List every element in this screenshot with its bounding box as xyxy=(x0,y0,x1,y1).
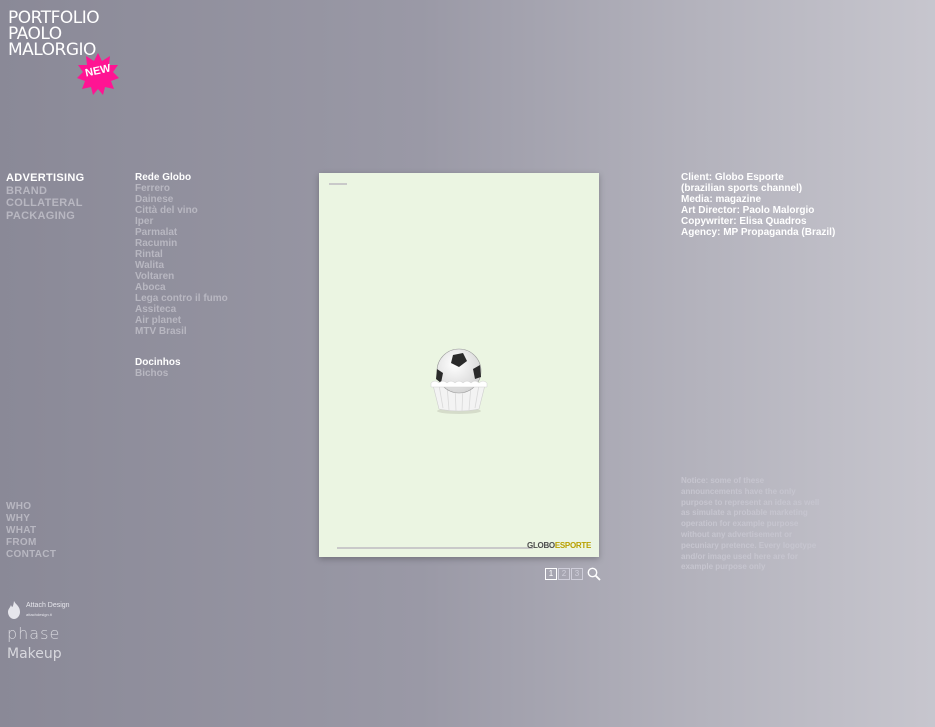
image-pager: 1 2 3 xyxy=(545,568,584,580)
new-badge: NEW xyxy=(76,52,120,96)
attach-design-sublabel: attachdesign.it xyxy=(26,612,52,617)
pager-page-2[interactable]: 2 xyxy=(558,568,570,580)
project-rintal[interactable]: Rintal xyxy=(135,249,228,260)
info-copywriter: Copywriter: Elisa Quadros xyxy=(681,216,807,227)
brand-globo: GLOBO xyxy=(527,541,555,550)
attach-design-label: Attach Design xyxy=(26,602,70,609)
site-logo[interactable]: PORTFOLIO PAOLO MALORGIO xyxy=(8,10,100,59)
nav-who[interactable]: WHO xyxy=(6,501,56,513)
project-rede-globo[interactable]: Rede Globo xyxy=(135,172,228,183)
flame-icon xyxy=(8,601,20,619)
project-info: Client: Globo Esporte (brazilian sports … xyxy=(681,172,835,238)
project-assiteca[interactable]: Assiteca xyxy=(135,304,228,315)
project-list: Rede Globo Ferrero Dainese Città del vin… xyxy=(135,172,228,379)
brand-esporte: ESPORTE xyxy=(554,541,591,550)
pager-page-1[interactable]: 1 xyxy=(545,568,557,580)
project-parmalat[interactable]: Parmalat xyxy=(135,227,228,238)
info-media: Media: magazine xyxy=(681,194,762,205)
nav-why[interactable]: WHY xyxy=(6,513,56,525)
nav-contact[interactable]: CONTACT xyxy=(6,549,56,561)
category-menu: ADVERTISING BRAND COLLATERAL PACKAGING xyxy=(6,172,84,222)
project-citta-del-vino[interactable]: Città del vino xyxy=(135,205,228,216)
poster-fine-print xyxy=(337,547,533,549)
pager-page-3[interactable]: 3 xyxy=(571,568,583,580)
info-agency: Agency: MP Propaganda (Brazil) xyxy=(681,227,836,238)
makeup-logo[interactable]: Makeup xyxy=(7,646,62,662)
subproject-bichos[interactable]: Bichos xyxy=(135,368,228,379)
category-advertising[interactable]: ADVERTISING xyxy=(6,172,84,185)
info-art-director: Art Director: Paolo Malorgio xyxy=(681,205,815,216)
nav-from[interactable]: FROM xyxy=(6,537,56,549)
category-collateral[interactable]: COLLATERAL xyxy=(6,197,84,210)
ad-poster-image: GLOBOESPORTE xyxy=(319,173,599,557)
project-racumin[interactable]: Racumin xyxy=(135,238,228,249)
project-lega-contro-il-fumo[interactable]: Lega contro il fumo xyxy=(135,293,228,304)
poster-small-text xyxy=(329,183,347,185)
project-walita[interactable]: Walita xyxy=(135,260,228,271)
phase-logo[interactable]: phase xyxy=(7,624,60,643)
project-mtv-brasil[interactable]: MTV Brasil xyxy=(135,326,228,337)
category-brand[interactable]: BRAND xyxy=(6,185,84,198)
info-client-desc: (brazilian sports channel) xyxy=(681,183,803,194)
attach-design-logo[interactable]: Attach Design attachdesign.it xyxy=(6,600,70,620)
globo-esporte-logo: GLOBOESPORTE xyxy=(527,541,591,550)
project-dainese[interactable]: Dainese xyxy=(135,194,228,205)
info-client: Client: Globo Esporte xyxy=(681,172,784,183)
nav-what[interactable]: WHAT xyxy=(6,525,56,537)
soccer-cupcake-icon xyxy=(430,348,488,414)
subproject-docinhos[interactable]: Docinhos xyxy=(135,357,228,368)
project-aboca[interactable]: Aboca xyxy=(135,282,228,293)
project-air-planet[interactable]: Air planet xyxy=(135,315,228,326)
project-ferrero[interactable]: Ferrero xyxy=(135,183,228,194)
project-voltaren[interactable]: Voltaren xyxy=(135,271,228,282)
site-nav: WHO WHY WHAT FROM CONTACT xyxy=(6,501,56,561)
category-packaging[interactable]: PACKAGING xyxy=(6,210,84,223)
project-iper[interactable]: Iper xyxy=(135,216,228,227)
magnifier-icon[interactable] xyxy=(587,567,601,581)
disclaimer-notice: Notice: some of these announcements have… xyxy=(681,476,820,572)
